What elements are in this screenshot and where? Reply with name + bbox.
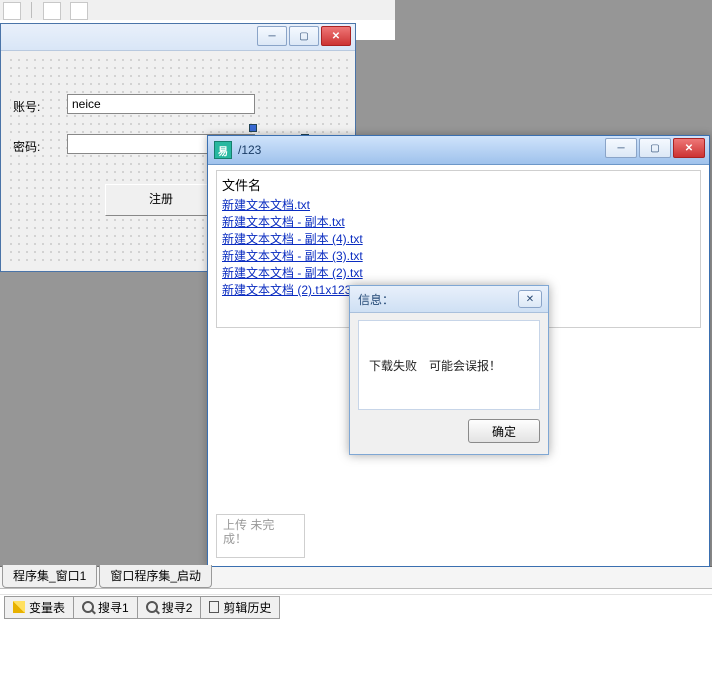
upload-status: 上传 未完成！ [216,514,305,558]
close-icon[interactable]: ✕ [518,290,542,308]
message-box-title: 信息： [358,291,394,308]
file-link[interactable]: 新建文本文档 - 副本 (4).txt [222,231,695,248]
toolbar-button[interactable] [43,2,61,20]
message-box: 信息： ✕ 下载失败 可能会误报！ 确定 [349,285,549,455]
clipboard-icon [209,601,219,613]
tool-tab-variables[interactable]: 变量表 [4,596,74,619]
file-list-title: /123 [238,143,261,157]
maximize-button[interactable]: ▢ [289,26,319,46]
message-box-titlebar[interactable]: 信息： ✕ [350,286,548,313]
file-link[interactable]: 新建文本文档.txt [222,197,695,214]
password-label: 密码: [11,138,42,155]
close-button[interactable]: ✕ [673,138,705,158]
file-list-header: 文件名 [222,174,695,197]
file-link[interactable]: 新建文本文档 - 副本.txt [222,214,695,231]
doc-tab[interactable]: 窗口程序集_启动 [99,565,212,588]
variables-icon [13,601,25,613]
tool-tab-label: 搜寻2 [162,599,193,616]
toolbar-button[interactable] [3,2,21,20]
maximize-button[interactable]: ▢ [639,138,671,158]
message-box-body: 下载失败 可能会误报！ [358,320,540,410]
minimize-button[interactable]: ─ [605,138,637,158]
tool-tab-search1[interactable]: 搜寻1 [73,596,138,619]
close-button[interactable]: ✕ [321,26,351,46]
ok-button[interactable]: 确定 [468,419,540,443]
search-icon [146,601,158,613]
document-tabs: 程序集_窗口1 窗口程序集_启动 [0,567,712,589]
doc-tab[interactable]: 程序集_窗口1 [2,565,97,588]
account-label: 账号: [11,98,42,115]
file-link[interactable]: 新建文本文档 - 副本 (2).txt [222,265,695,282]
tool-tab-label: 搜寻1 [98,599,129,616]
account-input[interactable] [67,94,255,114]
tool-tab-search2[interactable]: 搜寻2 [137,596,202,619]
register-button[interactable]: 注册 [105,184,217,216]
designer-toolbar [0,0,395,21]
message-text: 下载失败 可能会误报！ [369,357,501,374]
search-icon [82,601,94,613]
tool-tab-label: 变量表 [29,599,65,616]
app-icon: 易 [214,141,232,159]
tool-tabs: 变量表 搜寻1 搜寻2 剪辑历史 [0,594,712,620]
workspace: ─ ▢ ✕ 账号: 密码: 注册 易 /123 ─ ▢ ✕ [0,0,712,567]
file-list-titlebar[interactable]: 易 /123 ─ ▢ ✕ [208,136,709,165]
tool-tab-cliphistory[interactable]: 剪辑历史 [200,596,280,619]
minimize-button[interactable]: ─ [257,26,287,46]
tool-tab-label: 剪辑历史 [223,599,271,616]
toolbar-button[interactable] [70,2,88,20]
lower-panel [0,619,712,696]
selection-handle[interactable] [249,124,257,132]
design-form-titlebar: ─ ▢ ✕ [1,24,355,51]
file-link[interactable]: 新建文本文档 - 副本 (3).txt [222,248,695,265]
